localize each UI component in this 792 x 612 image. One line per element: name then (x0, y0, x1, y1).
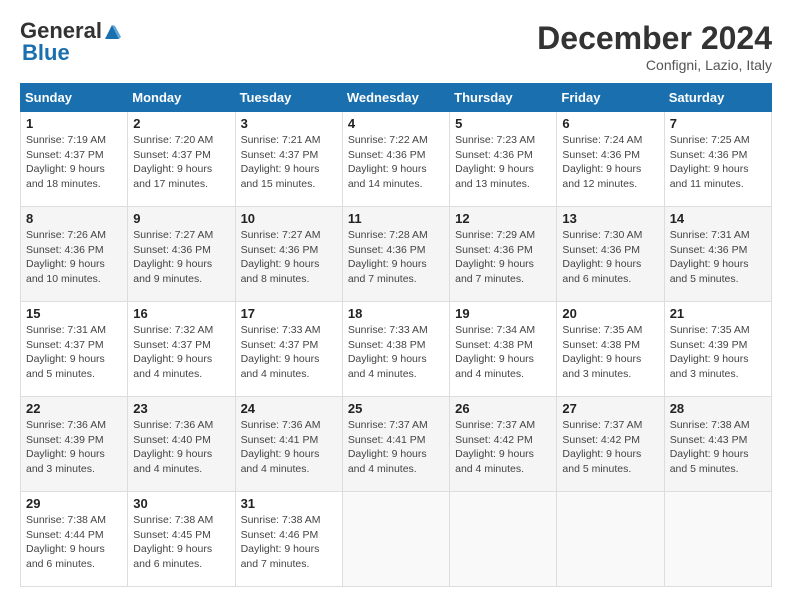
day-dec-6: 6 Sunrise: 7:24 AMSunset: 4:36 PMDayligh… (557, 112, 664, 207)
logo-blue-text: Blue (22, 40, 70, 66)
col-wednesday: Wednesday (342, 84, 449, 112)
day-dec-26: 26 Sunrise: 7:37 AMSunset: 4:42 PMDaylig… (450, 397, 557, 492)
empty-cell-3 (557, 492, 664, 587)
calendar-row-3: 15 Sunrise: 7:31 AMSunset: 4:37 PMDaylig… (21, 302, 772, 397)
calendar-row-4: 22 Sunrise: 7:36 AMSunset: 4:39 PMDaylig… (21, 397, 772, 492)
title-area: December 2024 Configni, Lazio, Italy (537, 20, 772, 73)
day-dec-20: 20 Sunrise: 7:35 AMSunset: 4:38 PMDaylig… (557, 302, 664, 397)
day-dec-21: 21 Sunrise: 7:35 AMSunset: 4:39 PMDaylig… (664, 302, 771, 397)
col-monday: Monday (128, 84, 235, 112)
col-sunday: Sunday (21, 84, 128, 112)
day-dec-13: 13 Sunrise: 7:30 AMSunset: 4:36 PMDaylig… (557, 207, 664, 302)
col-saturday: Saturday (664, 84, 771, 112)
logo-icon (103, 23, 121, 41)
day-dec-28: 28 Sunrise: 7:38 AMSunset: 4:43 PMDaylig… (664, 397, 771, 492)
col-tuesday: Tuesday (235, 84, 342, 112)
calendar-row-1: 1 Sunrise: 7:19 AMSunset: 4:37 PMDayligh… (21, 112, 772, 207)
day-dec-31: 31 Sunrise: 7:38 AMSunset: 4:46 PMDaylig… (235, 492, 342, 587)
month-title: December 2024 (537, 20, 772, 57)
calendar-header-row: Sunday Monday Tuesday Wednesday Thursday… (21, 84, 772, 112)
day-dec-14: 14 Sunrise: 7:31 AMSunset: 4:36 PMDaylig… (664, 207, 771, 302)
day-dec-4: 4 Sunrise: 7:22 AMSunset: 4:36 PMDayligh… (342, 112, 449, 207)
day-dec-19: 19 Sunrise: 7:34 AMSunset: 4:38 PMDaylig… (450, 302, 557, 397)
day-dec-9: 9 Sunrise: 7:27 AMSunset: 4:36 PMDayligh… (128, 207, 235, 302)
calendar-row-5: 29 Sunrise: 7:38 AMSunset: 4:44 PMDaylig… (21, 492, 772, 587)
day-dec-29: 29 Sunrise: 7:38 AMSunset: 4:44 PMDaylig… (21, 492, 128, 587)
day-dec-7: 7 Sunrise: 7:25 AMSunset: 4:36 PMDayligh… (664, 112, 771, 207)
day-dec-5: 5 Sunrise: 7:23 AMSunset: 4:36 PMDayligh… (450, 112, 557, 207)
day-dec-12: 12 Sunrise: 7:29 AMSunset: 4:36 PMDaylig… (450, 207, 557, 302)
day-dec-11: 11 Sunrise: 7:28 AMSunset: 4:36 PMDaylig… (342, 207, 449, 302)
day-dec-24: 24 Sunrise: 7:36 AMSunset: 4:41 PMDaylig… (235, 397, 342, 492)
day-dec-23: 23 Sunrise: 7:36 AMSunset: 4:40 PMDaylig… (128, 397, 235, 492)
day-dec-10: 10 Sunrise: 7:27 AMSunset: 4:36 PMDaylig… (235, 207, 342, 302)
day-dec-8: 8 Sunrise: 7:26 AMSunset: 4:36 PMDayligh… (21, 207, 128, 302)
empty-cell-1 (342, 492, 449, 587)
day-dec-22: 22 Sunrise: 7:36 AMSunset: 4:39 PMDaylig… (21, 397, 128, 492)
day-dec-30: 30 Sunrise: 7:38 AMSunset: 4:45 PMDaylig… (128, 492, 235, 587)
logo: General Blue (20, 20, 121, 66)
logo-text: General (20, 20, 121, 42)
page-header: General Blue December 2024 Configni, Laz… (20, 20, 772, 73)
col-friday: Friday (557, 84, 664, 112)
day-dec-15: 15 Sunrise: 7:31 AMSunset: 4:37 PMDaylig… (21, 302, 128, 397)
calendar-row-2: 8 Sunrise: 7:26 AMSunset: 4:36 PMDayligh… (21, 207, 772, 302)
day-dec-25: 25 Sunrise: 7:37 AMSunset: 4:41 PMDaylig… (342, 397, 449, 492)
day-dec-16: 16 Sunrise: 7:32 AMSunset: 4:37 PMDaylig… (128, 302, 235, 397)
day-dec-27: 27 Sunrise: 7:37 AMSunset: 4:42 PMDaylig… (557, 397, 664, 492)
day-dec-18: 18 Sunrise: 7:33 AMSunset: 4:38 PMDaylig… (342, 302, 449, 397)
day-dec-2: 2 Sunrise: 7:20 AMSunset: 4:37 PMDayligh… (128, 112, 235, 207)
empty-cell-2 (450, 492, 557, 587)
day-dec-3: 3 Sunrise: 7:21 AMSunset: 4:37 PMDayligh… (235, 112, 342, 207)
empty-cell-4 (664, 492, 771, 587)
col-thursday: Thursday (450, 84, 557, 112)
location: Configni, Lazio, Italy (537, 57, 772, 73)
calendar-table: Sunday Monday Tuesday Wednesday Thursday… (20, 83, 772, 587)
day-dec-1: 1 Sunrise: 7:19 AMSunset: 4:37 PMDayligh… (21, 112, 128, 207)
day-dec-17: 17 Sunrise: 7:33 AMSunset: 4:37 PMDaylig… (235, 302, 342, 397)
